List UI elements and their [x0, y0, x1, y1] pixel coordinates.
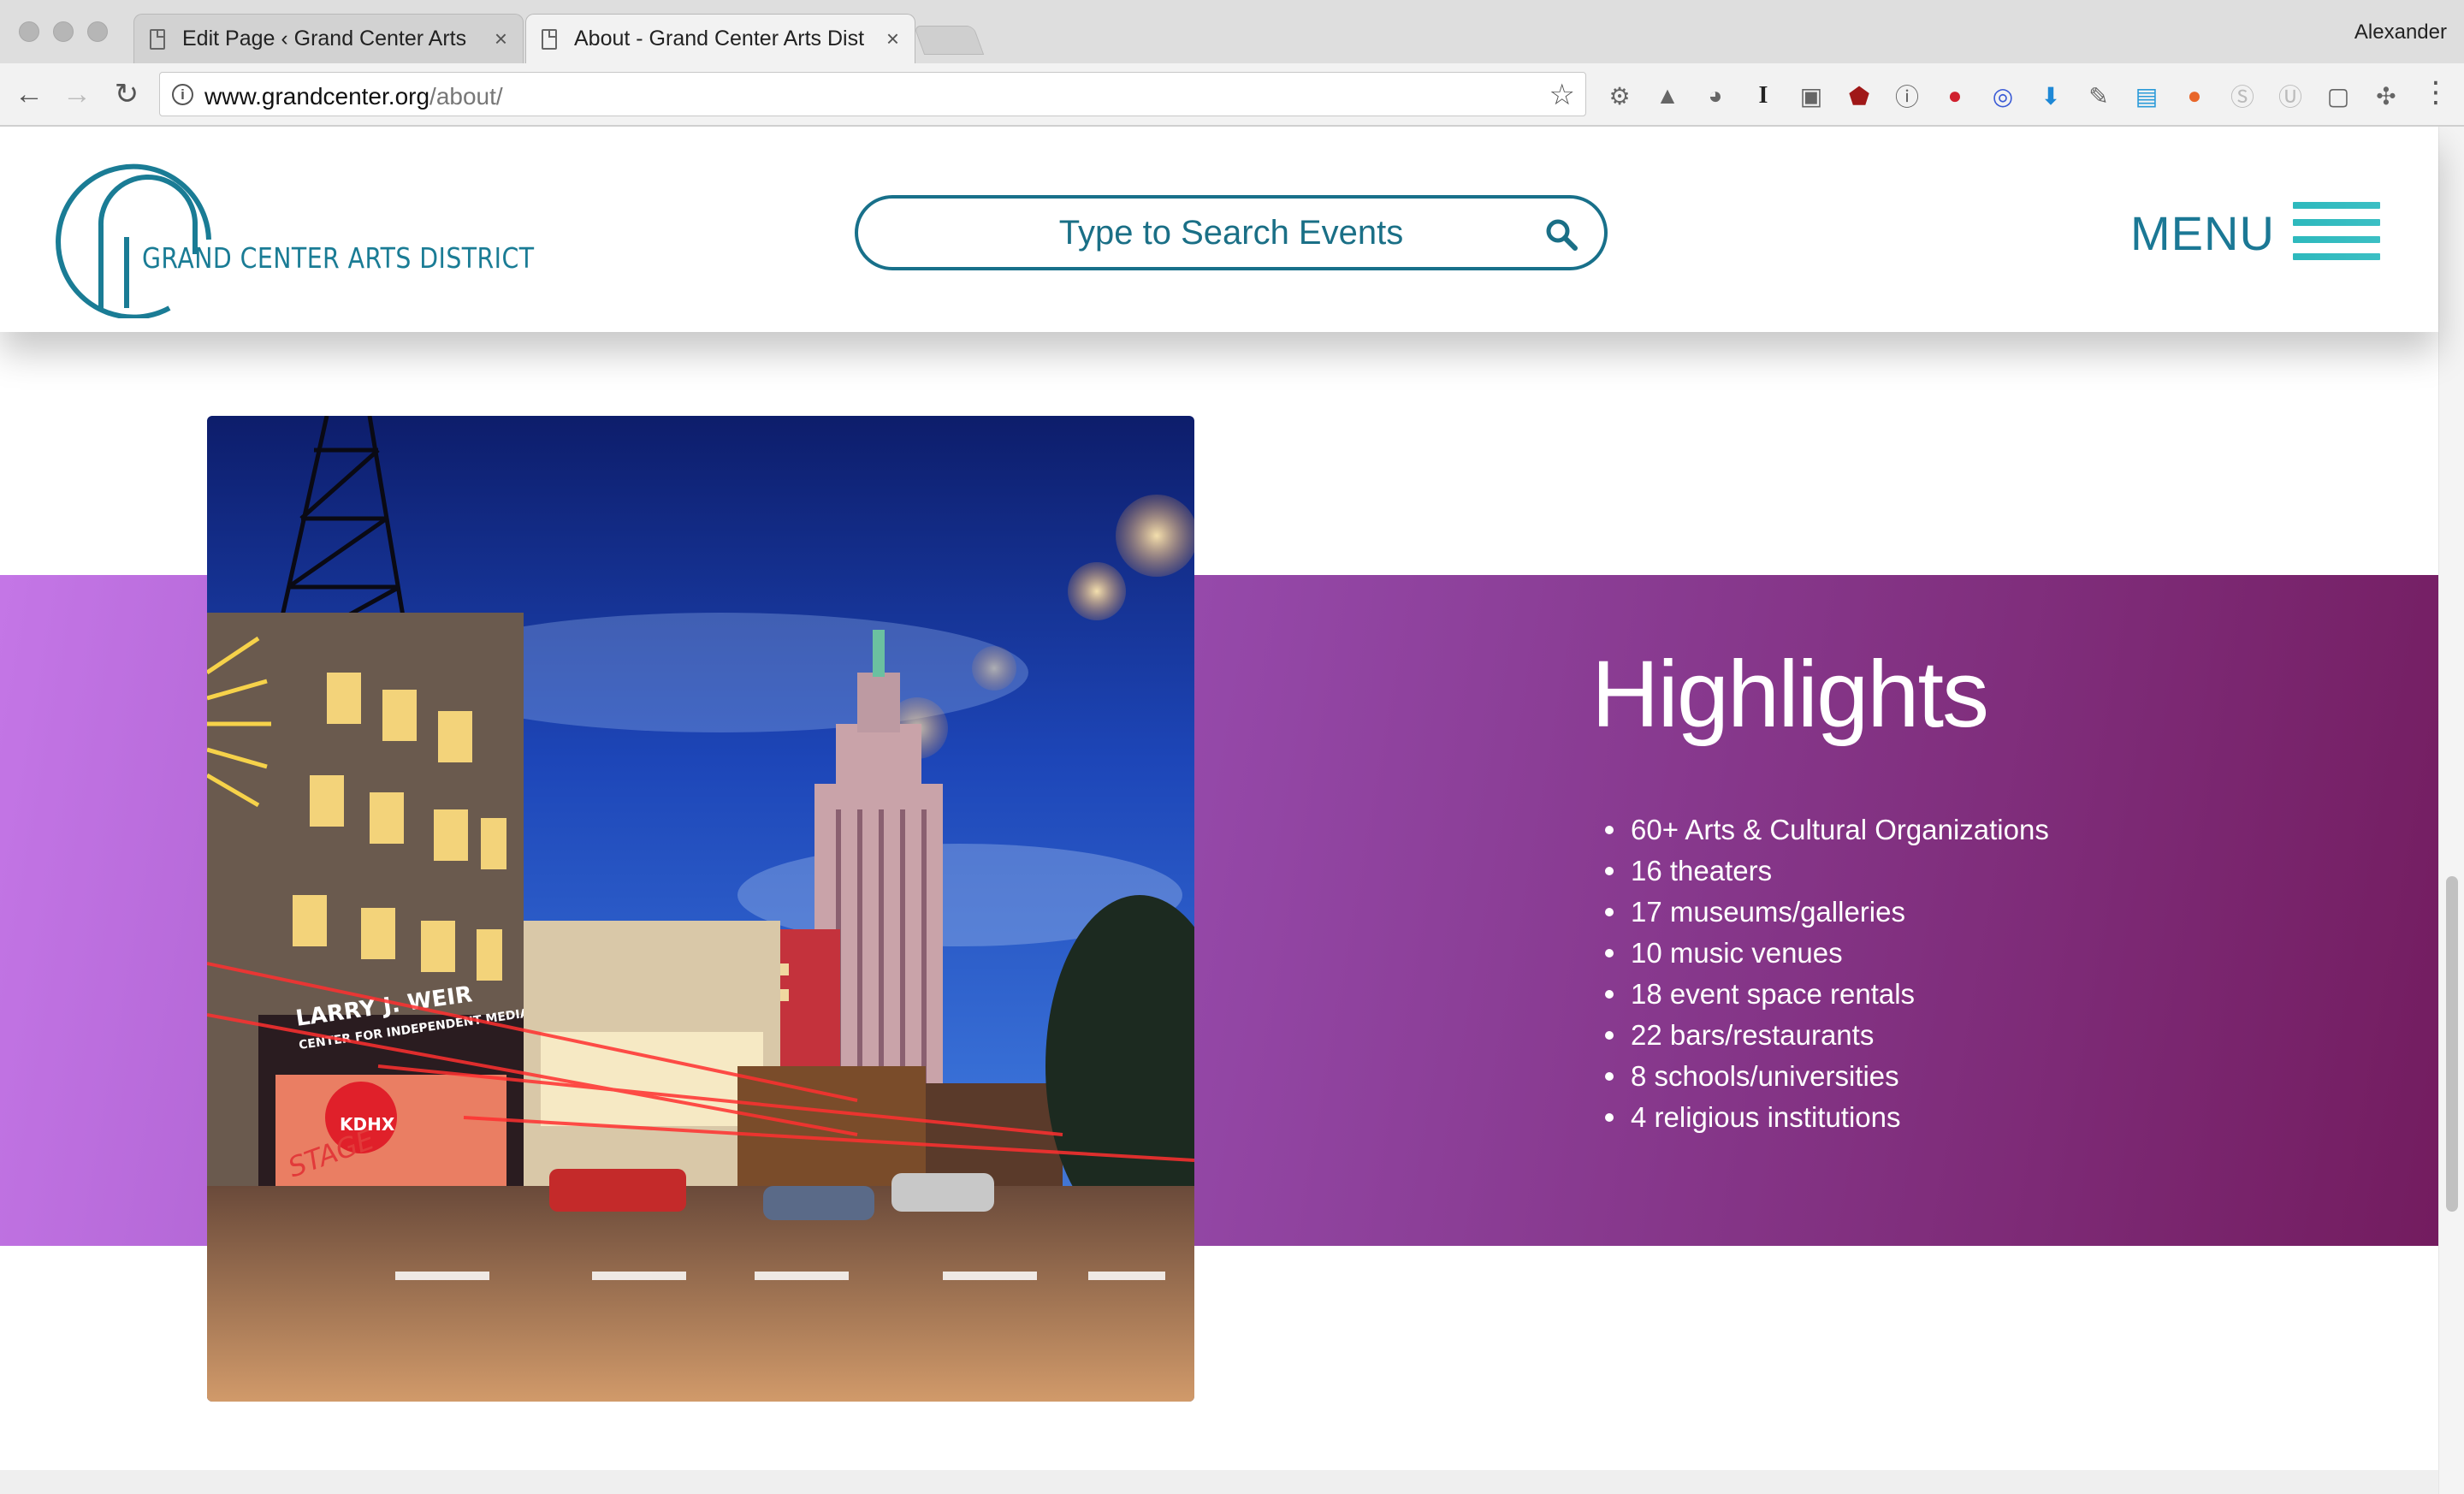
circle-u-icon[interactable]: Ⓤ: [2274, 80, 2307, 111]
page-icon: [542, 28, 557, 50]
highlight-item: 16 theaters: [1605, 851, 2049, 892]
url-text[interactable]: www.grandcenter.org/about/: [204, 83, 503, 110]
skype-icon[interactable]: Ⓢ: [2226, 80, 2259, 111]
download-icon[interactable]: ⬇: [2035, 80, 2067, 111]
window-minimize-button[interactable]: [53, 21, 74, 42]
tab-title: About - Grand Center Arts Dist: [574, 27, 865, 50]
gear-icon[interactable]: ⚙: [1603, 80, 1636, 111]
highlight-item: 17 museums/galleries: [1605, 892, 2049, 933]
colorzilla-icon[interactable]: ●: [2178, 80, 2211, 111]
photo-sign-kdhx: KDHX: [340, 1114, 395, 1135]
ublock-icon[interactable]: ⬟: [1843, 80, 1875, 111]
drive-icon[interactable]: ▲: [1651, 80, 1684, 111]
scrollbar-thumb[interactable]: [2446, 876, 2458, 1212]
url-host: www.grandcenter.org: [204, 83, 430, 110]
close-icon[interactable]: ×: [495, 26, 507, 52]
palette-icon[interactable]: ◕: [1699, 80, 1732, 111]
search-icon[interactable]: [1544, 217, 1578, 252]
address-bar[interactable]: i www.grandcenter.org/about/ ☆: [159, 72, 1586, 116]
next-section-edge: [0, 1470, 2438, 1494]
logo-mark-icon[interactable]: [50, 147, 221, 318]
extension-icons: ⚙ ▲ ◕ I ▣ ⬟ ⓘ ● ◎ ⬇ ✎ ▤ ● Ⓢ Ⓤ ▢ ✣: [1603, 80, 2402, 111]
highlight-item: 60+ Arts & Cultural Organizations: [1605, 809, 2049, 851]
lightbulb-icon[interactable]: ▣: [1795, 80, 1827, 111]
menu-label[interactable]: MENU: [2130, 205, 2275, 261]
new-tab-button[interactable]: [913, 26, 985, 55]
hamburger-menu-icon[interactable]: [2293, 202, 2380, 260]
info-icon[interactable]: i: [172, 84, 193, 105]
window-icon[interactable]: ▤: [2130, 80, 2163, 111]
highlight-item: 22 bars/restaurants: [1605, 1015, 2049, 1056]
reload-icon[interactable]: ↻: [110, 79, 144, 110]
browser-tab-bar: Edit Page ‹ Grand Center Arts × About - …: [0, 0, 2464, 63]
highlight-item: 18 event space rentals: [1605, 974, 2049, 1015]
window-zoom-button[interactable]: [87, 21, 108, 42]
highlight-item: 8 schools/universities: [1605, 1056, 2049, 1097]
window-close-button[interactable]: [19, 21, 39, 42]
browser-menu-icon[interactable]: ⋮: [2421, 77, 2450, 108]
logo-text[interactable]: GRAND CENTER ARTS DISTRICT: [142, 241, 535, 275]
highlight-item: 10 music venues: [1605, 933, 2049, 974]
page-scrollbar[interactable]: [2438, 127, 2464, 1494]
highlights-heading: Highlights: [1591, 642, 1989, 747]
browser-toolbar: ← → ↻ i www.grandcenter.org/about/ ☆ ⚙ ▲…: [0, 63, 2464, 127]
event-search-input[interactable]: Type to Search Events: [855, 195, 1608, 270]
tab-edit-page[interactable]: Edit Page ‹ Grand Center Arts ×: [133, 14, 524, 63]
url-path: /about/: [429, 83, 503, 110]
site-header: GRAND CENTER ARTS DISTRICT Type to Searc…: [0, 127, 2438, 332]
eyedropper-icon[interactable]: ✎: [2082, 80, 2115, 111]
close-icon[interactable]: ×: [886, 26, 899, 52]
onepassword-icon[interactable]: ⓘ: [1891, 80, 1923, 111]
bookmark-star-icon[interactable]: ☆: [1549, 78, 1575, 112]
instapaper-icon[interactable]: I: [1747, 80, 1780, 111]
profile-name[interactable]: Alexander: [2354, 21, 2447, 44]
highlights-list: 60+ Arts & Cultural Organizations 16 the…: [1605, 809, 2049, 1138]
forward-arrow-icon[interactable]: →: [60, 79, 94, 110]
pinterest-icon[interactable]: ●: [1939, 80, 1971, 111]
square-icon[interactable]: ▢: [2322, 80, 2354, 111]
page-icon: [150, 28, 165, 50]
search-placeholder: Type to Search Events: [1058, 214, 1404, 252]
grand-center-street-photo: LARRY J. WEIR CENTER FOR INDEPENDENT MED…: [207, 416, 1194, 1402]
target-icon[interactable]: ◎: [1987, 80, 2019, 111]
page-viewport: GRAND CENTER ARTS DISTRICT Type to Searc…: [0, 127, 2464, 1494]
tab-about[interactable]: About - Grand Center Arts Dist ×: [525, 14, 915, 63]
tab-title: Edit Page ‹ Grand Center Arts: [182, 27, 467, 50]
highlight-item: 4 religious institutions: [1605, 1097, 2049, 1138]
puzzle-icon[interactable]: ✣: [2370, 80, 2402, 111]
back-arrow-icon[interactable]: ←: [12, 79, 46, 110]
